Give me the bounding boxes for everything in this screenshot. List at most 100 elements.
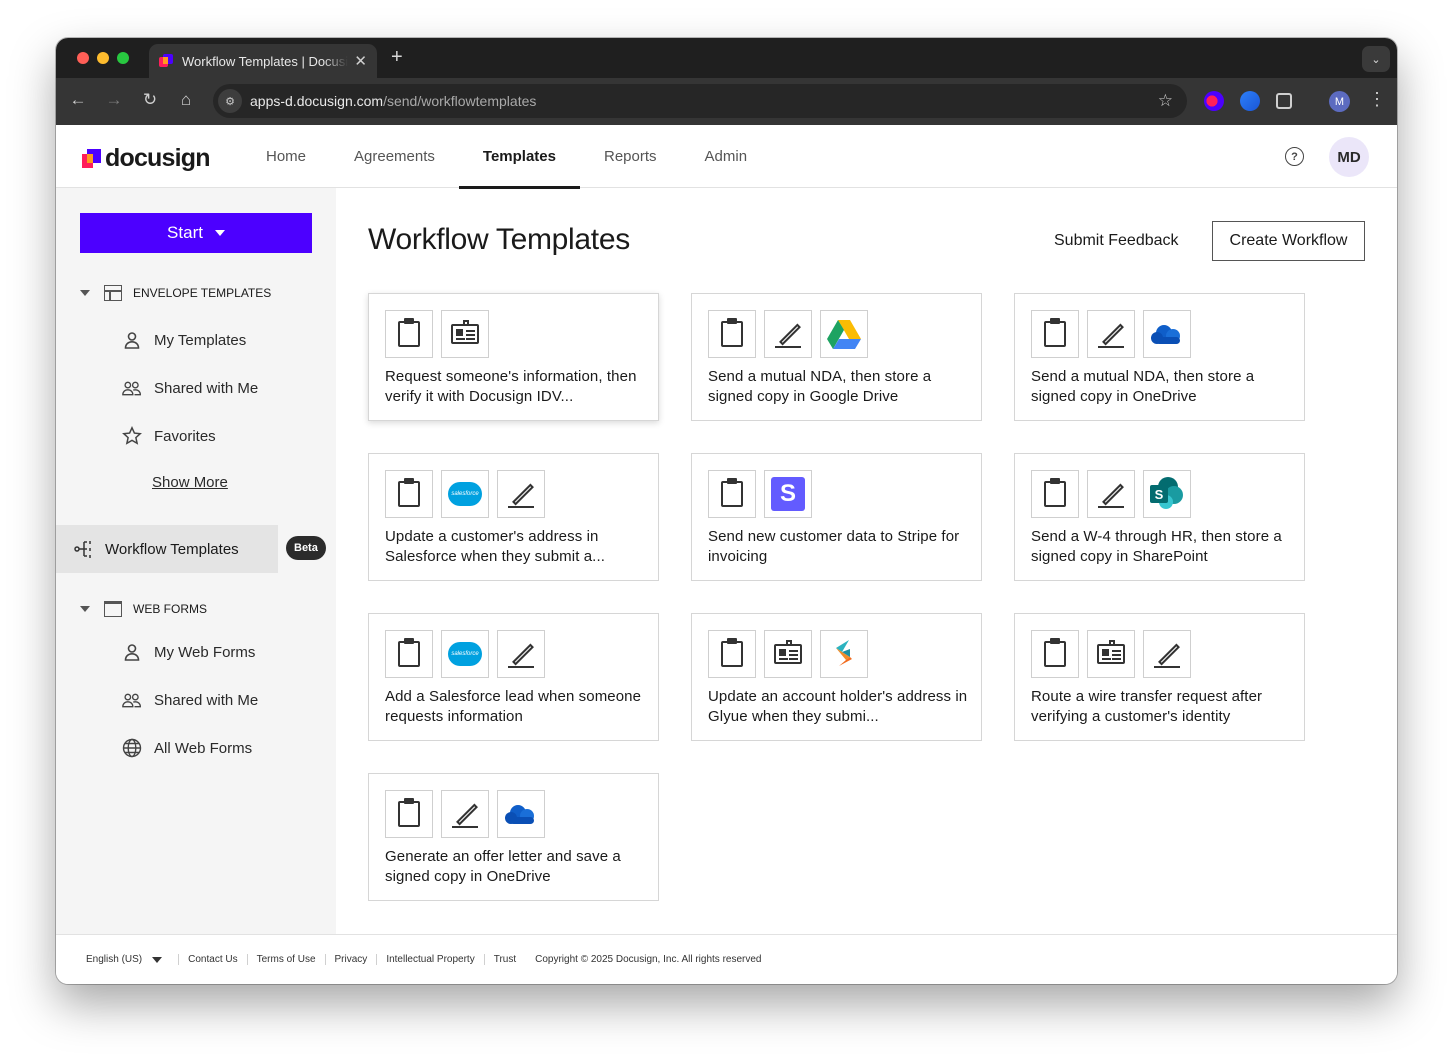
template-layout-icon bbox=[104, 285, 122, 301]
clipboard-icon bbox=[385, 630, 433, 678]
language-label: English (US) bbox=[86, 954, 143, 965]
card-title: Route a wire transfer request after veri… bbox=[1031, 688, 1263, 725]
workflow-card[interactable]: S Send new customer data to Stripe for i… bbox=[691, 453, 982, 581]
minimize-window-button[interactable] bbox=[97, 52, 109, 64]
tab-search-chevron-icon[interactable]: ⌄ bbox=[1362, 46, 1390, 72]
extension-blue-icon[interactable] bbox=[1240, 91, 1260, 111]
start-button-label: Start bbox=[167, 223, 203, 242]
nav-templates[interactable]: Templates bbox=[458, 125, 581, 189]
browser-window: Workflow Templates | Docusign ✕ + ⌄ ← → … bbox=[56, 38, 1397, 984]
close-window-button[interactable] bbox=[77, 52, 89, 64]
show-more-link[interactable]: Show More bbox=[152, 474, 228, 491]
nav-admin[interactable]: Admin bbox=[681, 125, 772, 188]
sharepoint-icon: S bbox=[1143, 470, 1191, 518]
pen-icon bbox=[441, 790, 489, 838]
workflow-card[interactable]: S Send a W-4 through HR, then store a si… bbox=[1014, 453, 1305, 581]
clipboard-icon bbox=[1031, 470, 1079, 518]
caret-down-icon bbox=[214, 230, 225, 236]
workflow-card[interactable]: Generate an offer letter and save a sign… bbox=[368, 773, 659, 901]
web-forms-header[interactable]: WEB FORMS bbox=[80, 601, 207, 617]
nav-agreements[interactable]: Agreements bbox=[330, 125, 459, 188]
create-workflow-button[interactable]: Create Workflow bbox=[1212, 221, 1365, 261]
clipboard-icon bbox=[385, 790, 433, 838]
tab-close-icon[interactable]: ✕ bbox=[354, 52, 367, 70]
sidebar-item-my-web-forms[interactable]: My Web Forms bbox=[122, 642, 255, 662]
browser-menu-icon[interactable]: ⋮ bbox=[1368, 89, 1386, 110]
forward-arrow-icon[interactable]: → bbox=[103, 90, 125, 110]
submit-feedback-link[interactable]: Submit Feedback bbox=[1054, 232, 1179, 250]
new-tab-button[interactable]: + bbox=[391, 46, 403, 69]
reload-icon[interactable]: ↻ bbox=[139, 90, 161, 110]
footer-link-privacy[interactable]: Privacy bbox=[324, 954, 377, 965]
browser-tab-active[interactable]: Workflow Templates | Docusign ✕ bbox=[149, 44, 377, 78]
star-icon bbox=[122, 426, 142, 446]
person-icon bbox=[122, 642, 142, 662]
workflow-card[interactable]: Request someone's information, then veri… bbox=[368, 293, 659, 421]
beta-badge: Beta bbox=[286, 536, 326, 560]
home-icon[interactable]: ⌂ bbox=[175, 90, 197, 110]
back-arrow-icon[interactable]: ← bbox=[67, 90, 89, 110]
footer-link-ip[interactable]: Intellectual Property bbox=[376, 954, 483, 965]
envelope-templates-header[interactable]: ENVELOPE TEMPLATES bbox=[80, 285, 271, 301]
sidebar-item-label: Shared with Me bbox=[154, 691, 259, 709]
workflow-card[interactable]: salesforce Add a Salesforce lead when so… bbox=[368, 613, 659, 741]
sidebar-item-all-web-forms[interactable]: All Web Forms bbox=[122, 738, 252, 758]
start-button[interactable]: Start bbox=[80, 213, 312, 253]
extensions-puzzle-icon[interactable] bbox=[1276, 93, 1292, 109]
docusign-logo[interactable]: docusign bbox=[82, 144, 211, 173]
footer-link-terms[interactable]: Terms of Use bbox=[246, 954, 325, 965]
clipboard-icon bbox=[708, 310, 756, 358]
onedrive-icon bbox=[497, 790, 545, 838]
workflow-card[interactable]: salesforce Update a customer's address i… bbox=[368, 453, 659, 581]
docusign-extension-icon[interactable] bbox=[1204, 91, 1224, 111]
clipboard-icon bbox=[1031, 310, 1079, 358]
sidebar-item-favorites[interactable]: Favorites bbox=[122, 426, 216, 446]
pen-icon bbox=[497, 630, 545, 678]
caret-down-icon bbox=[152, 956, 163, 963]
sidebar-item-label: My Web Forms bbox=[154, 643, 256, 661]
app-header: docusign Home Agreements Templates Repor… bbox=[56, 125, 1397, 189]
id-card-icon bbox=[441, 310, 489, 358]
workflow-templates-label: Workflow Templates bbox=[105, 540, 239, 558]
workflow-card[interactable]: Update an account holder's address in Gl… bbox=[691, 613, 982, 741]
clipboard-icon bbox=[708, 470, 756, 518]
address-bar[interactable]: ⚙ apps-d.docusign.com/send/workflowtempl… bbox=[213, 84, 1187, 118]
browser-profile-avatar[interactable]: M bbox=[1329, 91, 1350, 112]
sidebar-item-workflow-templates[interactable]: Workflow Templates bbox=[56, 525, 278, 573]
salesforce-icon: salesforce bbox=[441, 630, 489, 678]
sidebar-item-shared-web-forms[interactable]: Shared with Me bbox=[122, 690, 258, 710]
docusign-logo-mark-icon bbox=[82, 149, 101, 168]
workflow-card[interactable]: Route a wire transfer request after veri… bbox=[1014, 613, 1305, 741]
main-content: Workflow Templates Submit Feedback Creat… bbox=[336, 188, 1397, 934]
tab-title: Workflow Templates | Docusign bbox=[182, 53, 349, 69]
workflow-card[interactable]: Send a mutual NDA, then store a signed c… bbox=[1014, 293, 1305, 421]
sidebar-item-my-templates[interactable]: My Templates bbox=[122, 330, 246, 350]
site-settings-icon[interactable]: ⚙ bbox=[218, 89, 242, 113]
stripe-icon: S bbox=[764, 470, 812, 518]
language-selector[interactable]: English (US) bbox=[86, 954, 163, 965]
logo-text: docusign bbox=[105, 144, 211, 172]
workflow-card[interactable]: Send a mutual NDA, then store a signed c… bbox=[691, 293, 982, 421]
bookmark-star-icon[interactable]: ☆ bbox=[1158, 91, 1173, 111]
tab-bar: Workflow Templates | Docusign ✕ + ⌄ bbox=[56, 38, 1397, 78]
card-title: Update an account holder's address in Gl… bbox=[708, 688, 968, 725]
pen-icon bbox=[764, 310, 812, 358]
sidebar-item-shared-with-me[interactable]: Shared with Me bbox=[122, 378, 258, 398]
sidebar: Start ENVELOPE TEMPLATES My Templates Sh… bbox=[56, 188, 336, 934]
user-avatar[interactable]: MD bbox=[1329, 137, 1369, 177]
footer-link-contact[interactable]: Contact Us bbox=[178, 954, 246, 965]
nav-reports[interactable]: Reports bbox=[580, 125, 681, 188]
id-card-icon bbox=[764, 630, 812, 678]
web-form-icon bbox=[104, 601, 122, 617]
nav-home[interactable]: Home bbox=[242, 125, 330, 188]
clipboard-icon bbox=[1031, 630, 1079, 678]
help-icon[interactable]: ? bbox=[1285, 147, 1304, 166]
footer-link-trust[interactable]: Trust bbox=[483, 954, 525, 965]
window-controls bbox=[77, 52, 129, 64]
people-icon bbox=[122, 378, 142, 398]
url-path: /send/workflowtemplates bbox=[383, 93, 537, 109]
clipboard-icon bbox=[385, 470, 433, 518]
people-icon bbox=[122, 690, 142, 710]
maximize-window-button[interactable] bbox=[117, 52, 129, 64]
url-text[interactable]: apps-d.docusign.com/send/workflowtemplat… bbox=[250, 93, 1158, 109]
